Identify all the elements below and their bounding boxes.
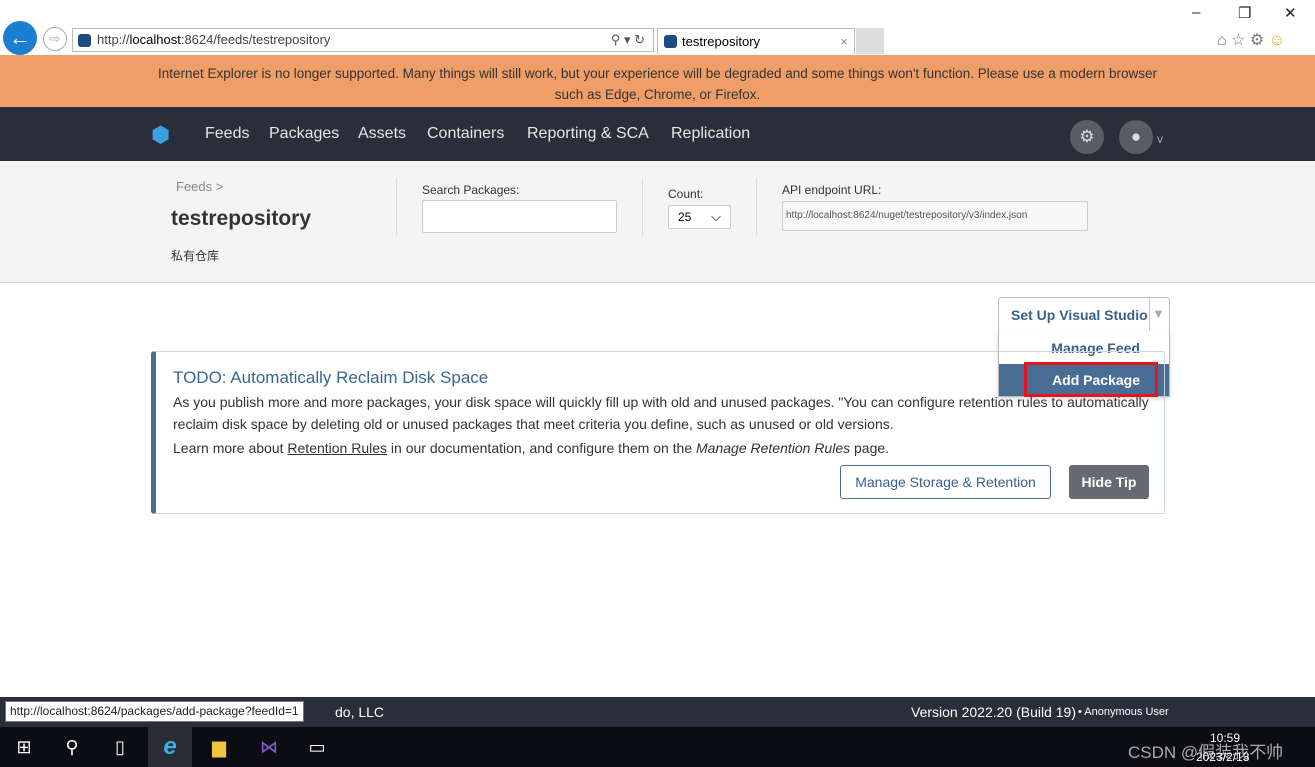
nav-replication[interactable]: Replication — [671, 125, 750, 143]
tab-title: testrepository — [682, 34, 761, 49]
setup-visual-studio-button[interactable]: Set Up Visual Studio ▼ — [998, 297, 1170, 332]
nav-containers[interactable]: Containers — [427, 125, 504, 143]
clock-time: 10:59 — [1210, 731, 1241, 745]
tip-title: TODO: Automatically Reclaim Disk Space — [173, 368, 489, 387]
footer-version: Version 2022.20 (Build 19) — [911, 704, 1076, 720]
url-prefix: http:// — [97, 32, 130, 47]
home-star-gear-icons[interactable]: ⌂ ☆ ⚙ ☺ — [1217, 30, 1285, 50]
divider — [1149, 298, 1150, 331]
count-select[interactable]: 25 ⌵ — [668, 205, 731, 229]
settings-gear-icon[interactable]: ⚙ — [1070, 120, 1104, 154]
footer-user: • Anonymous User — [1078, 706, 1169, 718]
count-label: Count: — [668, 187, 704, 201]
text: Learn more about — [173, 440, 288, 456]
count-value: 25 — [678, 210, 692, 224]
minimize-icon[interactable]: – — [1192, 4, 1200, 21]
unsupported-browser-banner: Internet Explorer is no longer supported… — [0, 55, 1315, 107]
back-button[interactable]: ← — [3, 21, 37, 55]
task-view-icon[interactable]: ▯ — [98, 727, 142, 767]
api-label: API endpoint URL: — [782, 183, 882, 197]
restore-icon[interactable]: ❐ — [1238, 4, 1251, 22]
nav-reporting[interactable]: Reporting & SCA — [527, 125, 649, 143]
search-packages-input[interactable] — [422, 200, 617, 233]
page-title: testrepository — [171, 207, 312, 230]
browser-chrome: ← ⇨ http://localhost:8624/feeds/testrepo… — [0, 0, 1315, 55]
tip-learn-more: Learn more about Retention Rules in our … — [173, 440, 889, 456]
url-rest: :8624/feeds/testrepository — [180, 32, 331, 47]
text-em: Manage Retention Rules — [696, 440, 851, 456]
new-tab-button[interactable] — [856, 28, 884, 54]
file-explorer-icon[interactable]: ▆ — [197, 727, 241, 767]
browser-tab[interactable]: testrepository × — [657, 28, 855, 54]
proget-logo-icon[interactable]: ⬢ — [151, 123, 175, 147]
visual-studio-icon[interactable]: ⋈ — [247, 727, 291, 767]
api-endpoint-field[interactable]: http://localhost:8624/nuget/testreposito… — [782, 201, 1088, 231]
close-tab-icon[interactable]: × — [840, 29, 848, 55]
forward-button[interactable]: ⇨ — [43, 27, 67, 51]
divider — [396, 178, 397, 236]
breadcrumb[interactable]: Feeds > — [176, 179, 223, 194]
setup-label: Set Up Visual Studio — [1011, 307, 1148, 323]
dropdown-caret-icon[interactable]: ▼ — [1152, 306, 1165, 321]
top-nav — [0, 107, 1315, 161]
address-bar[interactable]: http://localhost:8624/feeds/testreposito… — [72, 28, 654, 52]
feed-description: 私有仓库 — [171, 249, 220, 263]
search-refresh-icon[interactable]: ⚲ ▾ ↻ — [611, 29, 645, 51]
status-url-tooltip: http://localhost:8624/packages/add-packa… — [5, 701, 304, 722]
nav-feeds[interactable]: Feeds — [205, 125, 249, 143]
search-icon[interactable]: ⚲ — [50, 727, 94, 767]
divider — [756, 178, 757, 236]
site-favicon-icon — [78, 34, 91, 47]
terminal-icon[interactable]: ▭ — [295, 727, 339, 767]
nav-packages[interactable]: Packages — [269, 125, 339, 143]
search-label: Search Packages: — [422, 183, 520, 197]
manage-storage-button[interactable]: Manage Storage & Retention — [840, 465, 1051, 499]
retention-rules-link[interactable]: Retention Rules — [287, 440, 387, 456]
text: page. — [850, 440, 890, 456]
tab-favicon-icon — [664, 35, 677, 48]
url-domain: localhost — [129, 32, 181, 47]
hide-tip-button[interactable]: Hide Tip — [1069, 465, 1149, 499]
text: in our documentation, and configure them… — [387, 440, 697, 456]
clock-date: 2023/2/13 — [1196, 750, 1250, 764]
retention-tip-panel: TODO: Automatically Reclaim Disk Space A… — [151, 351, 1165, 514]
footer-company: do, LLC — [335, 704, 385, 720]
user-menu-caret[interactable]: v — [1157, 132, 1163, 146]
chevron-down-icon: ⌵ — [711, 209, 721, 224]
nav-assets[interactable]: Assets — [358, 125, 406, 143]
tip-paragraph: As you publish more and more packages, y… — [173, 394, 1149, 432]
close-window-icon[interactable]: ✕ — [1284, 4, 1297, 22]
user-avatar-icon[interactable]: ● — [1119, 120, 1153, 154]
ie-icon[interactable]: e — [148, 727, 192, 767]
divider — [642, 178, 643, 236]
start-windows-icon[interactable]: ⊞ — [2, 727, 46, 767]
